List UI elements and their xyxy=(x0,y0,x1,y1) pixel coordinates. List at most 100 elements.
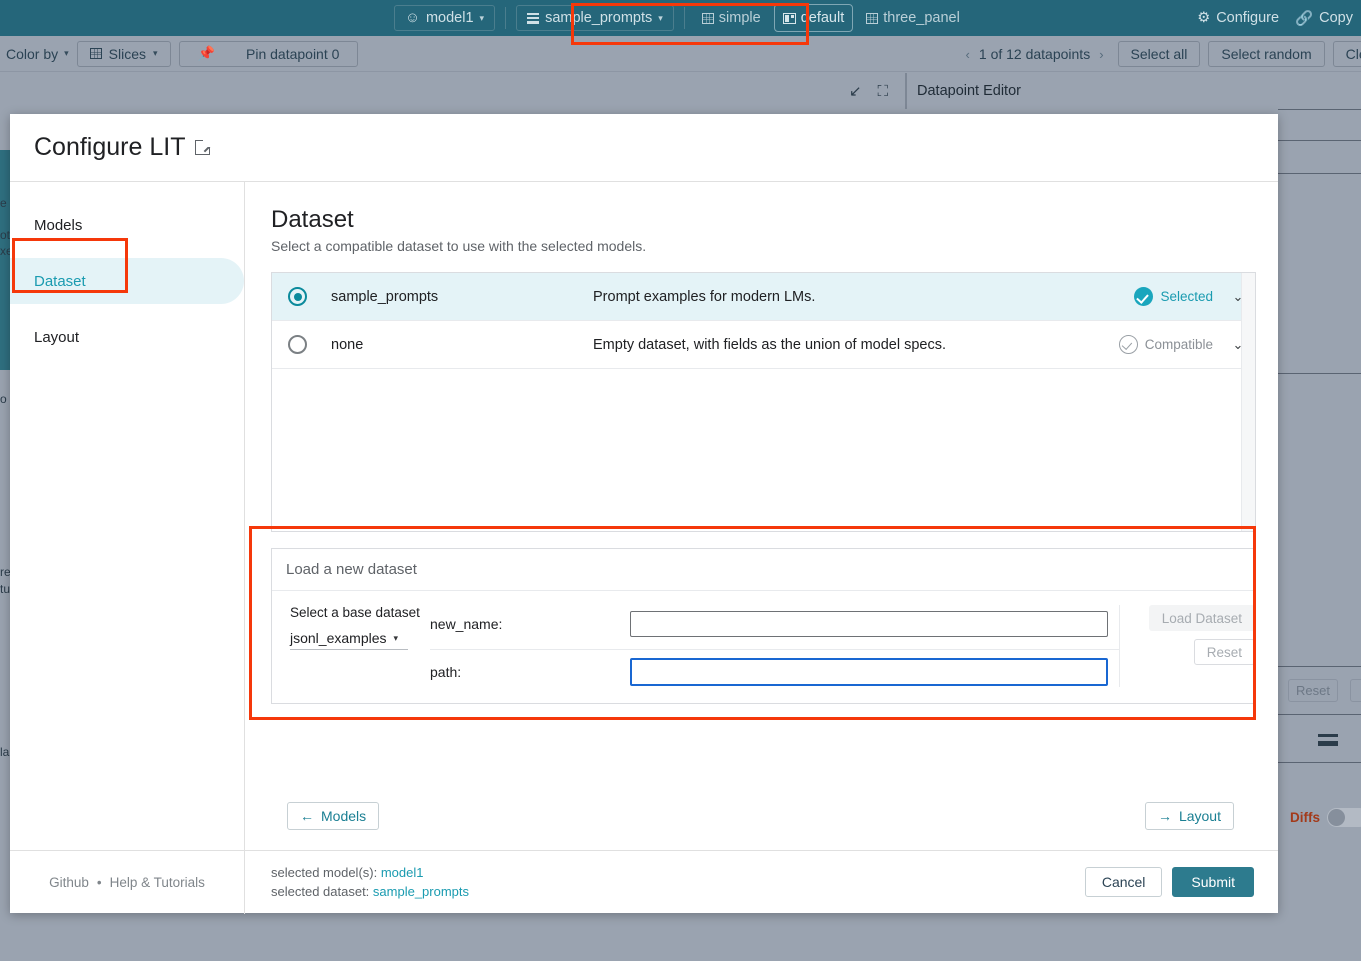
modal-body: Models Dataset Layout Dataset Select a c… xyxy=(10,182,1278,850)
help-tutorials-link[interactable]: Help & Tutorials xyxy=(110,875,205,890)
background-left-text: tu xyxy=(0,582,10,596)
pin-icon: 📌 xyxy=(198,45,215,62)
base-dataset-select[interactable]: jsonl_examples ▾ xyxy=(290,630,408,650)
reset-button[interactable]: Reset xyxy=(1194,639,1255,665)
chevron-down-icon: ▾ xyxy=(153,48,158,59)
base-dataset-label: Select a base dataset xyxy=(290,605,418,620)
sidebar-item-label: Dataset xyxy=(34,273,86,290)
color-by-selector[interactable]: Color by ▾ xyxy=(6,46,69,62)
load-dataset-label: Load Dataset xyxy=(1162,611,1242,626)
background-divider xyxy=(1278,140,1361,141)
toolbar-divider xyxy=(684,7,685,29)
select-all-button[interactable]: Select all xyxy=(1118,41,1201,67)
drag-handle-icon[interactable] xyxy=(1318,734,1338,746)
slices-button[interactable]: Slices ▾ xyxy=(77,41,171,67)
copy-link-button[interactable]: 🔗 Copy xyxy=(1295,10,1353,27)
layout-tab-label: default xyxy=(801,10,845,26)
content-subheading: Select a compatible dataset to use with … xyxy=(271,238,1256,254)
dataset-description: Prompt examples for modern LMs. xyxy=(593,289,1134,305)
background-divider xyxy=(1278,109,1361,110)
model-selector-label: model1 xyxy=(426,10,474,26)
radio-button-selected[interactable] xyxy=(288,287,307,306)
clear-selection-label: Clear s xyxy=(1346,46,1361,62)
sidebar-item-label: Models xyxy=(34,217,82,234)
configure-label: Configure xyxy=(1216,10,1279,26)
open-in-new-icon[interactable] xyxy=(195,140,210,155)
dataset-description: Empty dataset, with fields as the union … xyxy=(593,337,1119,353)
github-link[interactable]: Github xyxy=(49,875,89,890)
chevron-down-icon: ▾ xyxy=(658,13,663,24)
arrow-right-icon: → xyxy=(1158,808,1172,824)
modal-footer: Github • Help & Tutorials selected model… xyxy=(10,850,1278,913)
check-circle-outline-icon xyxy=(1119,335,1138,354)
scrollbar[interactable] xyxy=(1241,273,1255,531)
layout-tab-label: three_panel xyxy=(883,10,960,26)
load-dataset-button[interactable]: Load Dataset xyxy=(1149,605,1255,631)
background-reset-button[interactable]: Reset xyxy=(1288,679,1338,702)
background-divider xyxy=(1278,762,1361,763)
diffs-toggle[interactable]: Diffs xyxy=(1290,808,1361,827)
select-random-button[interactable]: Select random xyxy=(1208,41,1324,67)
footer-selection-summary: selected model(s): model1 selected datas… xyxy=(245,863,1085,901)
reset-label: Reset xyxy=(1207,645,1242,660)
table-row[interactable]: none Empty dataset, with fields as the u… xyxy=(272,321,1255,369)
footer-links: Github • Help & Tutorials xyxy=(10,851,245,914)
background-left-text: ot xyxy=(0,228,10,242)
diffs-label: Diffs xyxy=(1290,810,1320,825)
path-input[interactable] xyxy=(630,658,1108,686)
layout-tab-three-panel[interactable]: three_panel xyxy=(857,4,969,32)
cancel-button[interactable]: Cancel xyxy=(1085,867,1163,897)
table-row[interactable]: sample_prompts Prompt examples for moder… xyxy=(272,273,1255,321)
selected-models-label: selected model(s): xyxy=(271,865,377,880)
status-badge: Compatible xyxy=(1119,335,1213,354)
go-to-layout-button[interactable]: → Layout xyxy=(1145,802,1234,830)
toggle-switch-icon[interactable] xyxy=(1327,808,1361,827)
dataset-selector-chip[interactable]: sample_prompts ▾ xyxy=(516,5,674,31)
sidebar-item-layout[interactable]: Layout xyxy=(10,314,244,360)
status-badge-label: Selected xyxy=(1160,289,1213,304)
pin-datapoint-button[interactable]: 📌 Pin datapoint 0 xyxy=(179,41,359,67)
back-button-label: Models xyxy=(321,808,366,824)
select-random-label: Select random xyxy=(1221,46,1311,62)
status-badge-label: Compatible xyxy=(1145,337,1213,352)
prev-datapoint-icon[interactable]: ‹ xyxy=(966,47,970,62)
collapse-arrow-icon[interactable]: ↙ xyxy=(849,82,862,100)
new-name-input[interactable] xyxy=(630,611,1108,637)
background-left-text: la xyxy=(0,745,9,759)
path-label: path: xyxy=(430,664,630,680)
next-datapoint-icon[interactable]: › xyxy=(1099,47,1103,62)
model-selector-chip[interactable]: ☺ model1 ▾ xyxy=(394,5,495,31)
base-dataset-value: jsonl_examples xyxy=(290,630,387,646)
field-row-path: path: xyxy=(430,649,1119,687)
base-dataset-column: Select a base dataset jsonl_examples ▾ xyxy=(290,605,430,687)
layout-tab-default[interactable]: default xyxy=(774,4,854,32)
load-new-dataset-title: Load a new dataset xyxy=(272,549,1255,591)
selected-models-row: selected model(s): model1 xyxy=(271,863,1085,882)
clear-selection-button[interactable]: Clear s xyxy=(1333,41,1361,67)
sidebar-item-label: Layout xyxy=(34,329,79,346)
back-to-models-button[interactable]: ← Models xyxy=(287,802,379,830)
split-panel-icon xyxy=(783,13,796,24)
layout-tab-simple[interactable]: simple xyxy=(693,4,770,32)
background-extra-button[interactable] xyxy=(1350,679,1361,702)
sidebar-item-models[interactable]: Models xyxy=(10,202,244,248)
footer-actions: Cancel Submit xyxy=(1085,867,1278,897)
fullscreen-icon[interactable]: ⛶ xyxy=(878,83,889,100)
layout-tab-label: simple xyxy=(719,10,761,26)
modal-content: Dataset Select a compatible dataset to u… xyxy=(245,182,1278,850)
dataset-list: sample_prompts Prompt examples for moder… xyxy=(271,272,1256,532)
sidebar-item-dataset[interactable]: Dataset xyxy=(10,258,244,304)
field-row-new-name: new_name: xyxy=(430,605,1119,643)
configure-button[interactable]: ⚙ Configure xyxy=(1197,10,1279,26)
status-badge: Selected xyxy=(1134,287,1213,306)
arrow-left-icon: ← xyxy=(300,808,314,824)
datapoint-navigator[interactable]: ‹ 1 of 12 datapoints › xyxy=(966,46,1104,62)
dataset-name: sample_prompts xyxy=(331,289,593,305)
selection-toolbar-right: ‹ 1 of 12 datapoints › Select all Select… xyxy=(966,36,1361,72)
background-teal-panel xyxy=(0,150,10,370)
dataset-selector-label: sample_prompts xyxy=(545,10,652,26)
radio-button[interactable] xyxy=(288,335,307,354)
background-reset-label: Reset xyxy=(1296,683,1330,698)
submit-button[interactable]: Submit xyxy=(1172,867,1254,897)
panel-title-label: Datapoint Editor xyxy=(917,83,1021,99)
